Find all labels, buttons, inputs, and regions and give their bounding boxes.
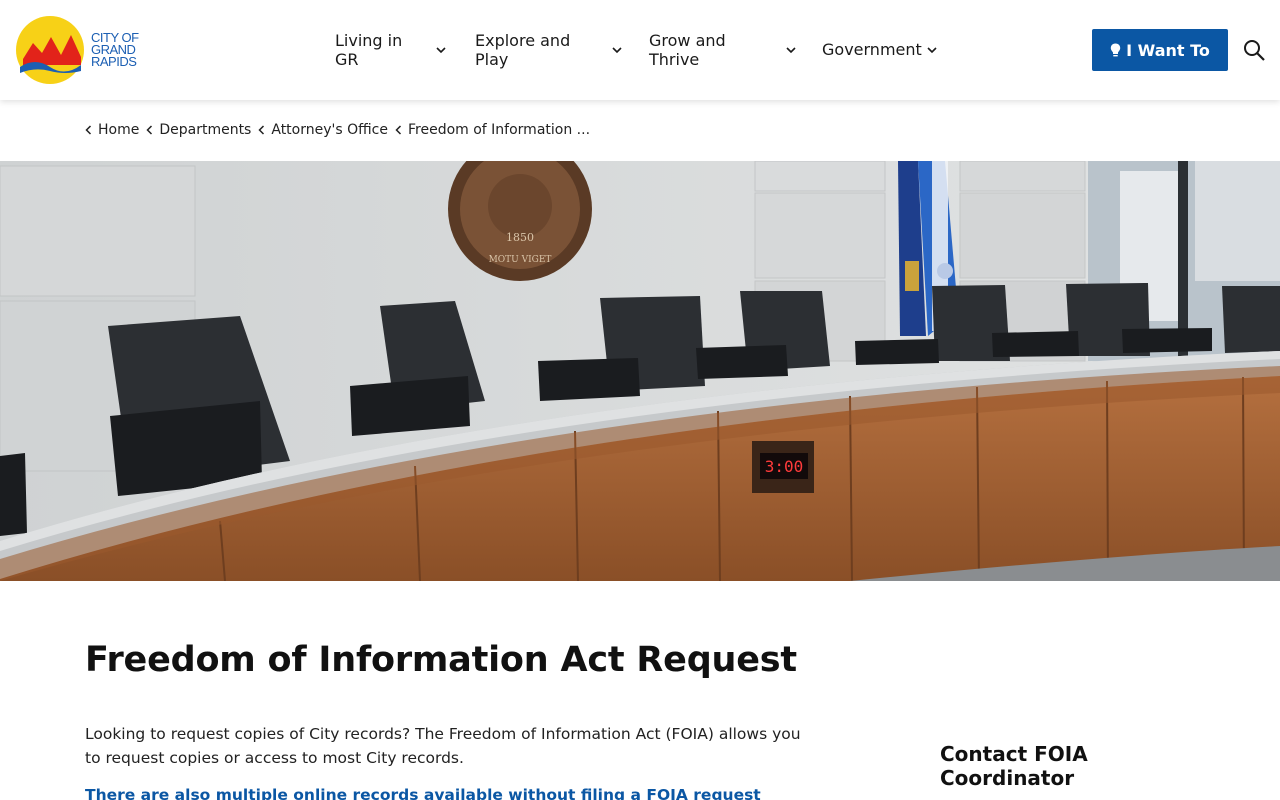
nav-explore-and-play[interactable]: Explore and Play	[475, 31, 622, 69]
nav-living-label: Living in GR	[335, 31, 403, 69]
breadcrumb-home-label: Home	[98, 122, 140, 138]
chevron-left-icon	[258, 125, 265, 135]
nav-government[interactable]: Government	[822, 40, 952, 59]
chevron-down-icon	[786, 47, 796, 54]
intro-paragraph: Looking to request copies of City record…	[85, 725, 801, 767]
page-title: Freedom of Information Act Request	[85, 640, 797, 680]
logo-line-3: RAPIDS	[91, 54, 137, 69]
timer-display: 3:00	[765, 457, 804, 476]
lightbulb-icon	[1110, 43, 1121, 56]
hero-image: 1850 MOTU VIGET 3:00	[0, 161, 1280, 581]
breadcrumb-home[interactable]: Home	[85, 122, 139, 138]
chevron-left-icon	[85, 125, 92, 135]
city-logo[interactable]: CITY OF GRAND RAPIDS	[15, 14, 160, 86]
online-records-link[interactable]: There are also multiple online records a…	[85, 786, 761, 800]
breadcrumb-foia[interactable]: Freedom of Information ...	[395, 122, 590, 138]
breadcrumb: Home Departments Attorney's Office Freed…	[85, 120, 597, 140]
i-want-to-label: I Want To	[1126, 40, 1210, 60]
breadcrumb-attorneys-office-label: Attorney's Office	[271, 122, 388, 138]
chevron-left-icon	[395, 125, 402, 135]
search-icon[interactable]	[1242, 38, 1266, 62]
seal-year: 1850	[506, 231, 534, 244]
breadcrumb-departments-label: Departments	[159, 122, 252, 138]
commission-chambers-illustration: 1850 MOTU VIGET 3:00	[0, 161, 1280, 581]
site-header: CITY OF GRAND RAPIDS Living in GR Explor…	[0, 0, 1280, 100]
breadcrumb-attorneys-office[interactable]: Attorney's Office	[258, 122, 388, 138]
city-logo-text: CITY OF GRAND RAPIDS	[91, 31, 139, 69]
nav-grow-and-thrive[interactable]: Grow and Thrive	[649, 31, 796, 69]
breadcrumb-departments[interactable]: Departments	[146, 122, 251, 138]
chevron-down-icon	[612, 47, 622, 54]
chevron-down-icon	[436, 47, 446, 54]
seal-motto: MOTU VIGET	[489, 255, 552, 265]
contact-foia-coordinator-heading: Contact FOIA Coordinator	[940, 742, 1088, 790]
i-want-to-button[interactable]: I Want To	[1092, 29, 1228, 71]
nav-explore-label: Explore and Play	[475, 31, 571, 69]
city-logo-icon	[16, 16, 84, 84]
nav-government-label: Government	[822, 40, 922, 59]
breadcrumb-foia-label: Freedom of Information ...	[407, 122, 591, 138]
nav-grow-label: Grow and Thrive	[649, 31, 726, 69]
nav-living-in-gr[interactable]: Living in GR	[335, 31, 446, 69]
chevron-down-icon	[927, 46, 937, 53]
chevron-left-icon	[146, 125, 153, 135]
